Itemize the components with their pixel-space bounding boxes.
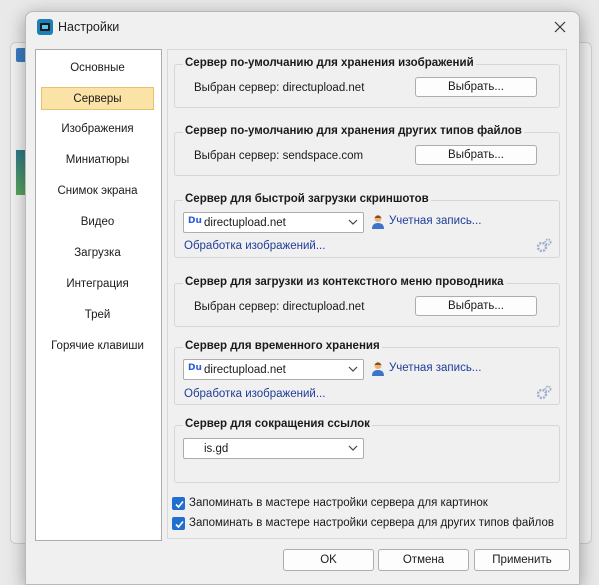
sidebar-item-images[interactable]: Изображения bbox=[41, 118, 154, 141]
server-logo-icon: Du bbox=[188, 216, 202, 226]
choose-file-server-button[interactable]: Выбрать... bbox=[415, 145, 537, 165]
account-link[interactable]: Учетная запись... bbox=[372, 215, 482, 229]
servers-panel: Сервер по-умолчанию для хранения изображ… bbox=[167, 49, 567, 539]
server-logo-icon: Du bbox=[188, 363, 202, 373]
checkmark-icon bbox=[175, 520, 184, 529]
quick-server-select[interactable]: Du directupload.net bbox=[183, 212, 364, 233]
title-bar: Настройки bbox=[26, 12, 579, 42]
group-default-file-server: Сервер по-умолчанию для хранения других … bbox=[174, 125, 560, 176]
selected-server-text: Выбран сервер: directupload.net bbox=[194, 301, 365, 313]
apply-button[interactable]: Применить bbox=[474, 549, 570, 571]
group-context-menu-server: Сервер для загрузки из контекстного меню… bbox=[174, 276, 560, 327]
account-label: Учетная запись... bbox=[389, 362, 482, 374]
sidebar-item-upload[interactable]: Загрузка bbox=[41, 242, 154, 265]
sidebar-item-video[interactable]: Видео bbox=[41, 211, 154, 234]
checkbox-checked[interactable] bbox=[172, 497, 185, 510]
sidebar-item-servers[interactable]: Серверы bbox=[41, 87, 154, 110]
sidebar-item-integration[interactable]: Интеграция bbox=[41, 273, 154, 296]
group-title: Сервер по-умолчанию для хранения изображ… bbox=[183, 57, 476, 69]
combo-value: is.gd bbox=[204, 443, 229, 455]
group-title: Сервер для быстрой загрузки скриншотов bbox=[183, 193, 431, 205]
group-temp-storage-server: Сервер для временного хранения Du direct… bbox=[174, 340, 560, 405]
sidebar-item-tray[interactable]: Трей bbox=[41, 304, 154, 327]
checkmark-icon bbox=[175, 500, 184, 509]
group-quick-upload-server: Сервер для быстрой загрузки скриншотов D… bbox=[174, 193, 560, 258]
user-icon bbox=[372, 215, 384, 229]
ok-button[interactable]: OK bbox=[283, 549, 374, 571]
checkbox-label: Запоминать в мастере настройки сервера д… bbox=[189, 517, 555, 529]
checkbox-checked[interactable] bbox=[172, 517, 185, 530]
cancel-button[interactable]: Отмена bbox=[378, 549, 469, 571]
group-default-image-server: Сервер по-умолчанию для хранения изображ… bbox=[174, 57, 560, 108]
choose-context-server-button[interactable]: Выбрать... bbox=[415, 296, 537, 316]
combo-value: directupload.net bbox=[204, 217, 286, 229]
settings-dialog: Настройки Основные Серверы Изображения М… bbox=[25, 11, 580, 585]
window-title: Настройки bbox=[58, 20, 120, 34]
selected-server-text: Выбран сервер: directupload.net bbox=[194, 82, 365, 94]
sidebar-item-thumbnails[interactable]: Миниатюры bbox=[41, 149, 154, 172]
gear-icon[interactable] bbox=[536, 384, 552, 400]
sidebar-item-general[interactable]: Основные bbox=[41, 57, 154, 80]
temp-server-select[interactable]: Du directupload.net bbox=[183, 359, 364, 380]
group-title: Сервер по-умолчанию для хранения других … bbox=[183, 125, 524, 137]
selected-server-text: Выбран сервер: sendspace.com bbox=[194, 150, 364, 162]
group-url-shortener-server: Сервер для сокращения ссылок is.gd bbox=[174, 418, 560, 483]
account-label: Учетная запись... bbox=[389, 215, 482, 227]
sidebar-item-screenshot[interactable]: Снимок экрана bbox=[41, 180, 154, 203]
combo-value: directupload.net bbox=[204, 364, 286, 376]
image-processing-link[interactable]: Обработка изображений... bbox=[184, 240, 325, 252]
group-title: Сервер для загрузки из контекстного меню… bbox=[183, 276, 506, 288]
choose-image-server-button[interactable]: Выбрать... bbox=[415, 77, 537, 97]
shortener-server-select[interactable]: is.gd bbox=[183, 438, 364, 459]
chevron-down-icon bbox=[348, 445, 358, 451]
chevron-down-icon bbox=[348, 366, 358, 372]
chevron-down-icon bbox=[348, 219, 358, 225]
sidebar-item-hotkeys[interactable]: Горячие клавиши bbox=[41, 335, 154, 358]
close-icon[interactable] bbox=[551, 18, 569, 36]
group-title: Сервер для сокращения ссылок bbox=[183, 418, 372, 430]
checkbox-label: Запоминать в мастере настройки сервера д… bbox=[189, 497, 488, 509]
gear-icon[interactable] bbox=[536, 237, 552, 253]
group-title: Сервер для временного хранения bbox=[183, 340, 382, 352]
app-icon bbox=[37, 19, 53, 35]
settings-category-list: Основные Серверы Изображения Миниатюры С… bbox=[35, 49, 162, 541]
image-processing-link[interactable]: Обработка изображений... bbox=[184, 388, 325, 400]
account-link[interactable]: Учетная запись... bbox=[372, 362, 482, 376]
user-icon bbox=[372, 362, 384, 376]
